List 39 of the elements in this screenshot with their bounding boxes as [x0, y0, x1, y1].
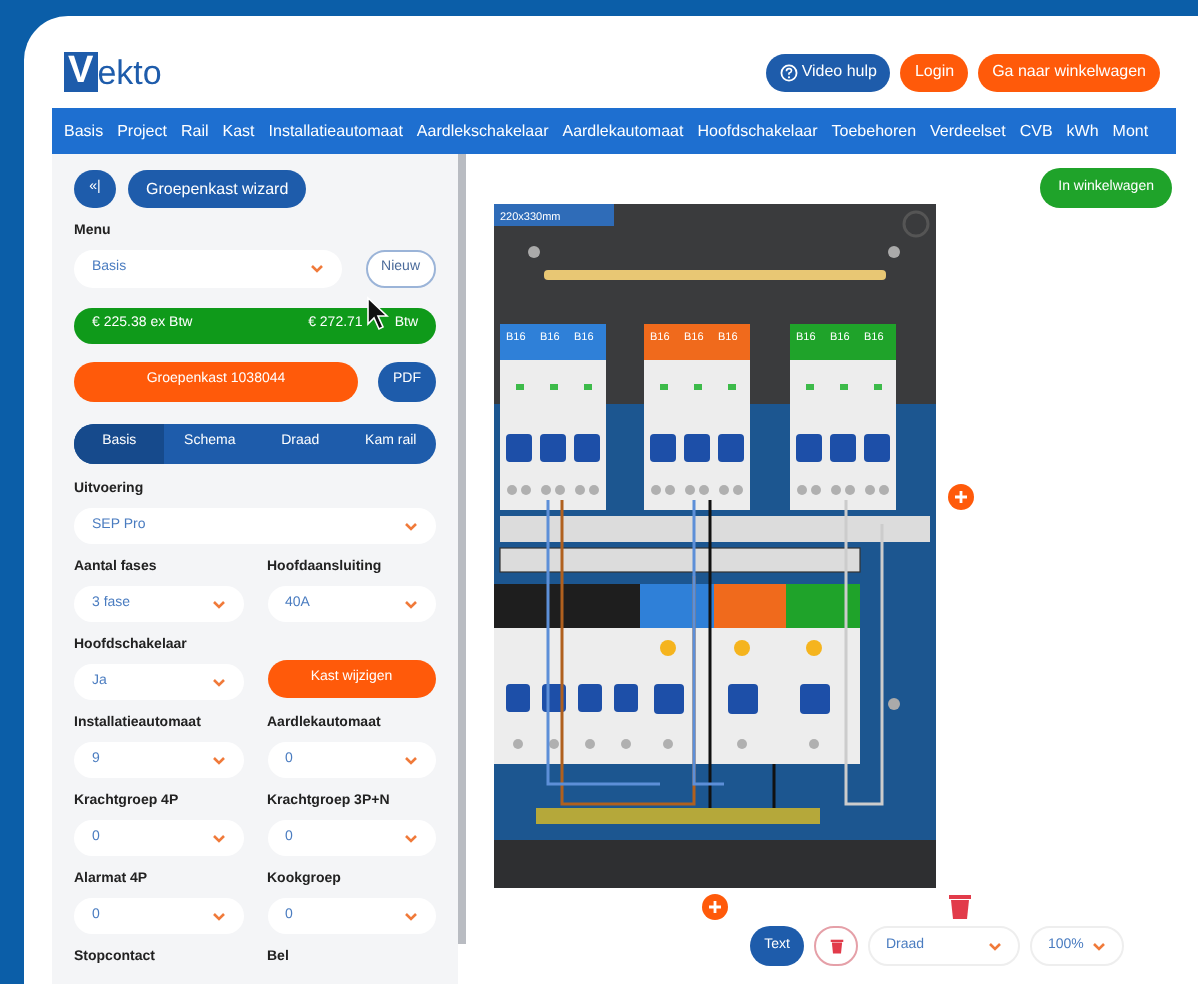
nav-link[interactable]: Rail	[180, 119, 209, 143]
logo-text: ekto	[97, 56, 162, 92]
chevron-down-icon	[211, 911, 225, 921]
chevron-down-icon	[404, 599, 418, 609]
chevron-down-icon	[404, 521, 418, 531]
trash-icon	[829, 938, 843, 954]
nav-link[interactable]: Project	[117, 119, 167, 143]
delete-button[interactable]	[814, 926, 858, 966]
nav-link[interactable]: Hoofdschakelaar	[697, 119, 818, 143]
nav-link[interactable]: Basis	[64, 119, 104, 143]
header-button[interactable]: Login	[900, 53, 969, 91]
add-icon[interactable]	[948, 483, 974, 509]
help-icon	[779, 63, 798, 81]
nav-link[interactable]: Mont	[1112, 119, 1149, 143]
wizard-button[interactable]: Groepenkast wizard	[128, 170, 307, 208]
chevron-down-icon	[211, 677, 225, 687]
nav-link[interactable]: CVB	[1019, 119, 1053, 143]
mouse-cursor-icon	[366, 295, 391, 331]
video-help-button[interactable]: Video hulp	[765, 53, 891, 91]
nav-link[interactable]: Toebehoren	[831, 119, 917, 143]
header-button[interactable]: Ga naar winkelwagen	[978, 53, 1160, 91]
nav-link[interactable]: Aardlekautomaat	[562, 119, 684, 143]
chevron-down-icon	[309, 263, 324, 273]
nav-link[interactable]: kWh	[1066, 119, 1099, 143]
nav-link[interactable]: Installatieautomaat	[268, 119, 403, 143]
chevron-down-icon	[211, 833, 225, 843]
chevron-down-icon	[1092, 941, 1106, 951]
nav-link[interactable]: Verdeelset	[930, 119, 1006, 143]
chevron-down-icon	[211, 599, 225, 609]
trash-icon[interactable]	[948, 892, 972, 920]
chevron-down-icon	[211, 755, 225, 765]
logo-mark: V	[64, 52, 98, 92]
chevron-down-icon	[404, 911, 418, 921]
chevron-down-icon	[404, 755, 418, 765]
chevron-down-icon	[988, 941, 1002, 951]
nav-link[interactable]: Kast	[222, 119, 255, 143]
add-icon[interactable]	[702, 893, 728, 919]
chevron-down-icon	[404, 833, 418, 843]
nav-link[interactable]: Aardlekschakelaar	[416, 119, 549, 143]
